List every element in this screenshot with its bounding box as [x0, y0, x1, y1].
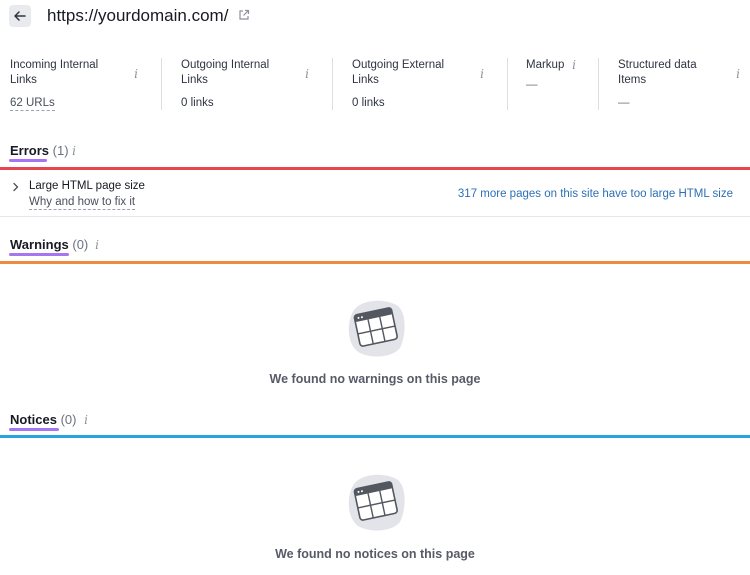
external-link-icon[interactable] — [238, 9, 250, 21]
errors-bar — [0, 167, 750, 170]
info-icon[interactable]: i — [478, 68, 486, 80]
info-icon[interactable]: i — [570, 59, 578, 71]
empty-table-illustration-icon — [348, 474, 405, 531]
notices-title-underline — [9, 428, 59, 431]
notices-section-title[interactable]: Notices (0) — [10, 412, 76, 428]
metric-outgoing-external-links: Outgoing External Links 0 links — [352, 55, 492, 113]
page-url-title[interactable]: https://yourdomain.com/ — [47, 5, 228, 27]
errors-section-title[interactable]: Errors (1) — [10, 143, 69, 159]
chevron-right-icon[interactable] — [12, 182, 20, 192]
errors-title-underline — [9, 159, 47, 162]
divider — [161, 58, 162, 110]
metric-value: — — [526, 79, 538, 91]
warnings-title-underline — [9, 253, 69, 256]
notices-bar — [0, 435, 750, 438]
issue-row[interactable]: Large HTML page size Why and how to fix … — [0, 171, 750, 217]
info-icon[interactable]: i — [734, 68, 742, 80]
page-header: https://yourdomain.com/ — [0, 0, 750, 34]
warnings-bar — [0, 261, 750, 264]
info-icon[interactable]: i — [132, 68, 140, 80]
metric-label: Markup — [526, 59, 565, 71]
metric-value-incoming-urls[interactable]: 62 URLs — [10, 96, 55, 111]
why-and-how-to-fix-link[interactable]: Why and how to fix it — [29, 195, 136, 210]
metric-value: 0 links — [352, 97, 385, 109]
metric-markup: Markup — — [526, 55, 596, 113]
back-button[interactable] — [9, 5, 31, 27]
metric-label: Incoming Internal Links — [10, 59, 99, 86]
issue-title: Large HTML page size — [29, 180, 145, 192]
warnings-section-title[interactable]: Warnings (0) — [10, 237, 88, 253]
divider — [507, 58, 508, 110]
info-icon[interactable]: i — [82, 414, 90, 426]
warnings-empty-message: We found no warnings on this page — [269, 372, 481, 386]
info-icon[interactable]: i — [93, 239, 101, 251]
metric-value: — — [618, 97, 630, 109]
metric-incoming-internal-links: Incoming Internal Links 62 URLs — [10, 55, 150, 113]
arrow-left-icon — [14, 11, 26, 21]
metric-label: Structured data Items — [618, 59, 697, 86]
info-icon[interactable]: i — [303, 68, 311, 80]
metric-label: Outgoing Internal Links — [181, 59, 270, 86]
notices-empty-message: We found no notices on this page — [275, 547, 475, 561]
empty-table-illustration-icon — [348, 300, 405, 357]
metric-structured-data-items: Structured data Items — — [618, 55, 738, 113]
metrics-row: Incoming Internal Links 62 URLs i Outgoi… — [0, 55, 750, 115]
divider — [598, 58, 599, 110]
more-pages-link[interactable]: 317 more pages on this site have too lar… — [458, 187, 733, 201]
metric-value: 0 links — [181, 97, 214, 109]
divider — [332, 58, 333, 110]
metric-label: Outgoing External Links — [352, 59, 445, 86]
metric-outgoing-internal-links: Outgoing Internal Links 0 links — [181, 55, 321, 113]
info-icon[interactable]: i — [70, 145, 78, 157]
